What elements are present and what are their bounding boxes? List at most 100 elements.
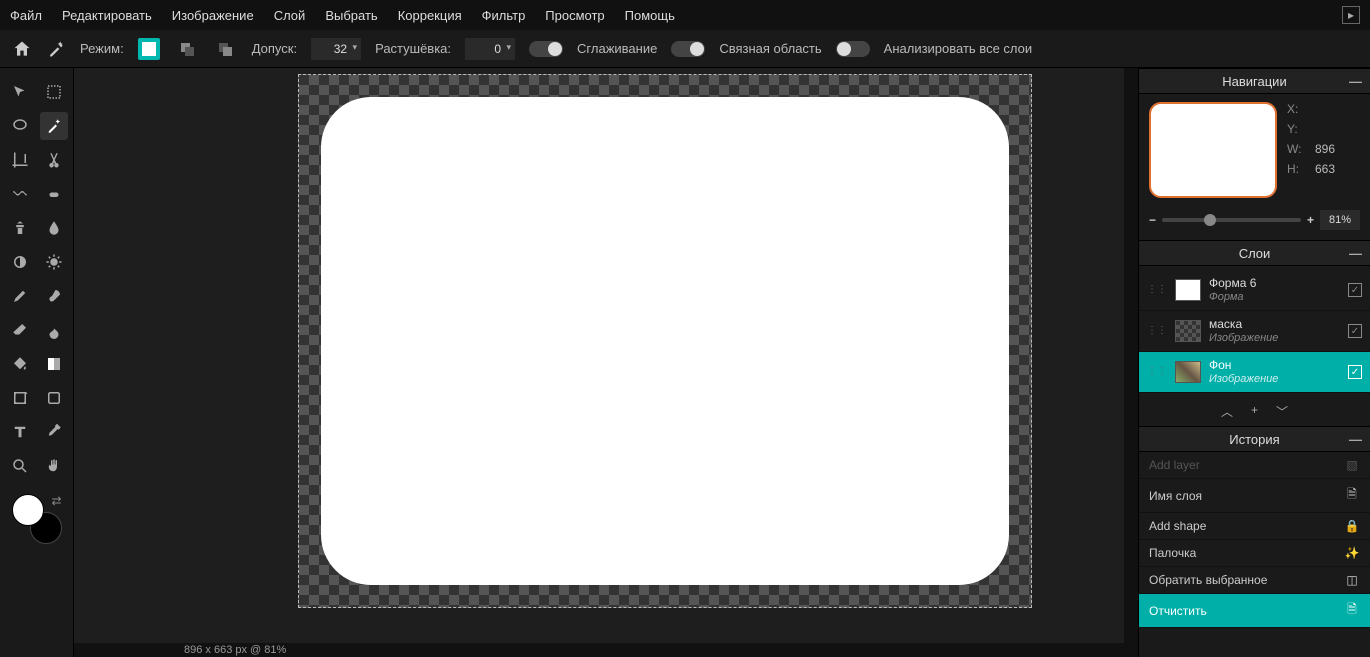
zoom-value[interactable]: 81% <box>1320 210 1360 230</box>
heal-tool[interactable] <box>40 180 68 208</box>
layers-panel-head[interactable]: Слои — <box>1139 240 1370 266</box>
tolerance-input[interactable] <box>311 38 361 60</box>
visibility-checkbox[interactable]: ✓ <box>1348 324 1362 338</box>
brush-tool[interactable] <box>40 282 68 310</box>
antialias-label: Сглаживание <box>577 41 657 56</box>
antialias-toggle[interactable] <box>529 41 563 57</box>
zoom-in-icon[interactable]: + <box>1307 213 1314 227</box>
wand-tool[interactable] <box>40 112 68 140</box>
color-swatches[interactable]: ⇄ <box>12 494 62 544</box>
visibility-checkbox[interactable]: ✓ <box>1348 365 1362 379</box>
dodge-tool[interactable] <box>6 248 34 276</box>
layer-thumbnail[interactable] <box>1175 361 1201 383</box>
visibility-checkbox[interactable]: ✓ <box>1348 283 1362 297</box>
menu-edit[interactable]: Редактировать <box>62 8 152 23</box>
history-label: Add shape <box>1149 519 1206 533</box>
hand-tool[interactable] <box>40 452 68 480</box>
eyedropper-tool[interactable] <box>40 418 68 446</box>
menu-help[interactable]: Помощь <box>625 8 675 23</box>
layer-up-icon[interactable]: ︿ <box>1221 403 1233 420</box>
home-icon[interactable] <box>12 39 32 59</box>
crop-tool[interactable] <box>6 146 34 174</box>
fill-tool[interactable] <box>6 350 34 378</box>
h-value: 663 <box>1315 162 1335 176</box>
pencil-tool[interactable] <box>6 282 34 310</box>
gradient-tool[interactable] <box>40 350 68 378</box>
menu-layer[interactable]: Слой <box>274 8 306 23</box>
zoom-tool[interactable] <box>6 452 34 480</box>
canvas[interactable] <box>298 74 1032 608</box>
lasso-tool[interactable] <box>6 112 34 140</box>
layer-item[interactable]: ⋮⋮ Форма 6Форма ✓ <box>1139 270 1370 311</box>
magic-wand-tool-icon[interactable] <box>46 39 66 59</box>
mode-new-selection[interactable] <box>138 38 160 60</box>
sponge-tool[interactable] <box>40 248 68 276</box>
layer-name: Форма 6 <box>1209 276 1256 290</box>
swap-colors-icon[interactable]: ⇄ <box>51 494 61 508</box>
mode-subtract-selection[interactable] <box>214 38 236 60</box>
menu-file[interactable]: Файл <box>10 8 42 23</box>
minimize-icon[interactable]: — <box>1349 246 1362 261</box>
blur-tool[interactable] <box>40 214 68 242</box>
zoom-slider[interactable] <box>1162 218 1301 222</box>
menu-bar: Файл Редактировать Изображение Слой Выбр… <box>0 0 1370 30</box>
layer-item[interactable]: ⋮⋮ маскаИзображение ✓ <box>1139 311 1370 352</box>
history-item[interactable]: Add shape🔒 <box>1139 513 1370 540</box>
w-label: W: <box>1287 142 1307 156</box>
navigator-thumbnail[interactable] <box>1149 102 1277 198</box>
layer-name: маска <box>1209 317 1278 331</box>
history-item[interactable]: Обратить выбранное◫ <box>1139 567 1370 594</box>
cut-tool[interactable] <box>40 146 68 174</box>
feather-input[interactable] <box>465 38 515 60</box>
clone-tool[interactable] <box>6 214 34 242</box>
contiguous-toggle[interactable] <box>671 41 705 57</box>
history-panel-head[interactable]: История — <box>1139 426 1370 452</box>
y-label: Y: <box>1287 122 1307 136</box>
layer-down-icon[interactable]: ﹀ <box>1276 403 1288 420</box>
eraser-tool[interactable] <box>6 316 34 344</box>
zoom-out-icon[interactable]: − <box>1149 213 1156 227</box>
layer-thumbnail[interactable] <box>1175 279 1201 301</box>
menu-adjust[interactable]: Коррекция <box>398 8 462 23</box>
canvas-area[interactable]: 896 x 663 px @ 81% <box>74 68 1138 657</box>
menu-image[interactable]: Изображение <box>172 8 254 23</box>
shape-tool[interactable] <box>40 384 68 412</box>
history-icon: ▧ <box>1344 458 1360 472</box>
collapse-panels-icon[interactable]: ▸ <box>1342 6 1360 24</box>
menu-view[interactable]: Просмотр <box>545 8 604 23</box>
history-item[interactable]: Палочка✨ <box>1139 540 1370 567</box>
menu-select[interactable]: Выбрать <box>325 8 377 23</box>
layer-item[interactable]: ⋮⋮ ФонИзображение ✓ <box>1139 352 1370 393</box>
h-label: H: <box>1287 162 1307 176</box>
contiguous-label: Связная область <box>719 41 821 56</box>
move-tool[interactable] <box>6 78 34 106</box>
drag-handle-icon[interactable]: ⋮⋮ <box>1147 328 1167 334</box>
menu-filter[interactable]: Фильтр <box>482 8 526 23</box>
navigator-panel-head[interactable]: Навигации — <box>1139 68 1370 94</box>
type-tool[interactable] <box>6 418 34 446</box>
history-item[interactable]: Имя слоя🗎 <box>1139 479 1370 513</box>
history-label: Отчистить <box>1149 604 1207 618</box>
transform-tool[interactable] <box>6 384 34 412</box>
liquify-tool[interactable] <box>6 180 34 208</box>
all-layers-label: Анализировать все слои <box>884 41 1032 56</box>
vertical-scrollbar[interactable] <box>1124 68 1138 643</box>
minimize-icon[interactable]: — <box>1349 432 1362 447</box>
foreground-color[interactable] <box>12 494 44 526</box>
layer-add-icon[interactable]: + <box>1251 403 1258 420</box>
marquee-tool[interactable] <box>40 78 68 106</box>
all-layers-toggle[interactable] <box>836 41 870 57</box>
layer-thumbnail[interactable] <box>1175 320 1201 342</box>
smudge-tool[interactable] <box>40 316 68 344</box>
history-item[interactable]: Add layer▧ <box>1139 452 1370 479</box>
feather-label: Растушёвка: <box>375 41 451 56</box>
drag-handle-icon[interactable]: ⋮⋮ <box>1147 369 1167 375</box>
mode-add-selection[interactable] <box>176 38 198 60</box>
drag-handle-icon[interactable]: ⋮⋮ <box>1147 287 1167 293</box>
history-icon: 🗎 <box>1344 600 1360 621</box>
history-item[interactable]: Отчистить 🗎 <box>1139 594 1370 628</box>
history-label: Обратить выбранное <box>1149 573 1267 587</box>
minimize-icon[interactable]: — <box>1349 74 1362 89</box>
layer-name: Фон <box>1209 358 1278 372</box>
layer-type: Изображение <box>1209 331 1278 345</box>
